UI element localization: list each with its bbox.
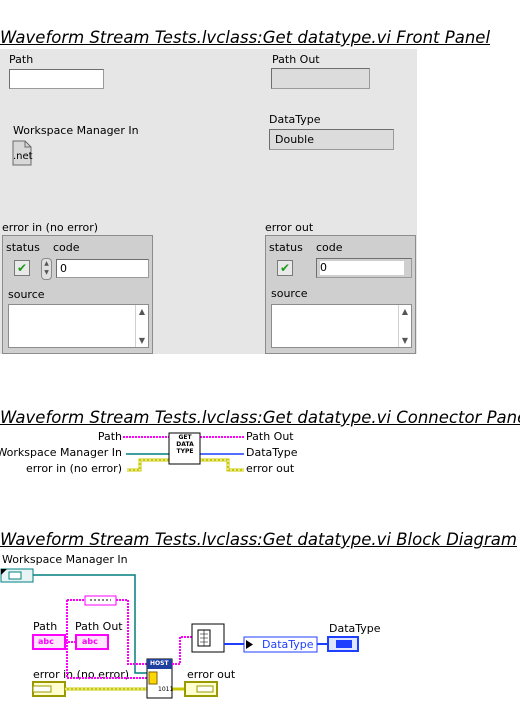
path-out-indicator <box>271 68 370 89</box>
scroll-down-icon[interactable]: ▼ <box>399 336 411 345</box>
code-label: code <box>53 241 80 254</box>
source-out-textarea: ▲ ▼ <box>271 304 412 348</box>
scroll-up-icon[interactable]: ▲ <box>136 307 148 316</box>
path-out-terminal: abc <box>82 637 98 646</box>
icon-text-type: TYPE <box>176 448 194 455</box>
code-out-value: 0 <box>320 261 404 275</box>
front-panel-heading: Waveform Stream Tests.lvclass:Get dataty… <box>0 28 491 47</box>
path-control-terminal: abc <box>38 637 54 646</box>
datatype-enum-node: DataType <box>262 638 314 651</box>
datatype-value: Double <box>275 133 314 146</box>
path-label: Path <box>9 53 34 66</box>
source-label: source <box>8 288 45 301</box>
icon-text-data: DATA <box>176 441 194 448</box>
status-checkbox[interactable]: ✔ <box>14 260 30 276</box>
source-scrollbar[interactable]: ▲ ▼ <box>135 305 148 347</box>
error-in-label: error in (no error) <box>2 221 99 234</box>
block-diagram-wires <box>0 568 359 699</box>
bin-node-label: 1011 <box>158 686 174 693</box>
net-refnum-icon[interactable]: .net <box>12 140 33 166</box>
scroll-up-icon[interactable]: ▲ <box>399 307 411 316</box>
code-out-indicator: 0 <box>316 258 412 278</box>
code-out-label: code <box>316 241 343 254</box>
block-diagram-heading: Waveform Stream Tests.lvclass:Get dataty… <box>0 530 517 549</box>
scroll-down-icon[interactable]: ▼ <box>136 336 148 345</box>
error-in-cluster: status code ✔ ▲ ▼ 0 source ▲ ▼ <box>2 235 153 354</box>
code-input[interactable]: 0 <box>56 259 149 278</box>
icon-text-get: GET <box>178 434 192 441</box>
status-out-led: ✔ <box>277 260 293 276</box>
front-panel: Path Path Out Workspace Manager In .net … <box>0 49 417 354</box>
datatype-indicator: Double <box>269 129 394 150</box>
source-out-scrollbar[interactable]: ▲ ▼ <box>398 305 411 347</box>
workspace-manager-label: Workspace Manager In <box>13 124 139 137</box>
net-icon-text: .net <box>13 151 33 162</box>
datatype-label: DataType <box>269 113 321 126</box>
path-input[interactable] <box>9 69 104 89</box>
error-out-label: error out <box>265 221 314 234</box>
code-value: 0 <box>60 262 67 275</box>
code-spinner[interactable]: ▲ ▼ <box>41 258 52 280</box>
status-label: status <box>6 241 40 254</box>
host-node-label: HOST <box>150 660 169 667</box>
source-out-label: source <box>271 287 308 300</box>
source-textarea[interactable]: ▲ ▼ <box>8 304 149 348</box>
connector-pane-wires <box>123 432 244 472</box>
path-out-label: Path Out <box>272 53 320 66</box>
status-out-label: status <box>269 241 303 254</box>
get-datatype-icon: GET DATA TYPE <box>170 434 200 455</box>
error-out-cluster: status code ✔ 0 source ▲ ▼ <box>265 235 416 354</box>
